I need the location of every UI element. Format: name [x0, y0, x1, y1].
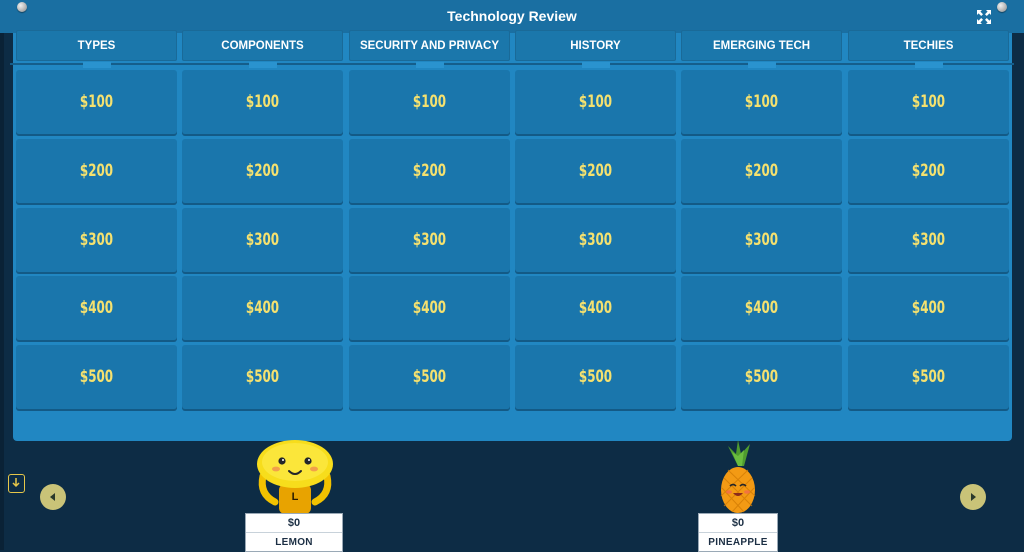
player-name: PINEAPPLE — [708, 537, 768, 548]
category-header: COMPONENTS — [182, 30, 343, 61]
tile-value: $500 — [245, 367, 280, 387]
tile-value: $100 — [245, 92, 280, 112]
question-tile[interactable]: $500 — [848, 345, 1009, 409]
question-tile[interactable]: $200 — [848, 139, 1009, 203]
category-tab — [748, 62, 776, 68]
question-tile[interactable]: $400 — [182, 276, 343, 340]
tile-value: $200 — [911, 161, 946, 181]
player-score: $0 — [699, 514, 777, 533]
tile-value: $100 — [412, 92, 447, 112]
tile-value: $300 — [578, 230, 613, 250]
question-tile[interactable]: $300 — [182, 208, 343, 272]
tile-value: $500 — [911, 367, 946, 387]
chevron-left-icon — [50, 493, 55, 501]
tile-value: $200 — [578, 161, 613, 181]
tile-value: $200 — [79, 161, 114, 181]
tile-value: $300 — [245, 230, 280, 250]
question-tile[interactable]: $100 — [515, 70, 676, 134]
category-divider — [10, 63, 1014, 65]
player-badge: L — [291, 491, 299, 503]
category-header: HISTORY — [515, 30, 676, 61]
previous-button[interactable] — [40, 484, 66, 510]
tile-value: $100 — [79, 92, 114, 112]
chevron-right-icon — [971, 493, 976, 501]
download-icon — [12, 478, 20, 488]
download-button[interactable] — [8, 474, 25, 493]
player-score: $0 — [246, 514, 342, 533]
player-lemon[interactable]: L $0 LEMON — [245, 436, 345, 552]
player-pineapple[interactable]: $0 PINEAPPLE — [698, 436, 778, 552]
game-title: Technology Review — [447, 8, 577, 24]
question-tile[interactable]: $100 — [182, 70, 343, 134]
tile-value: $300 — [412, 230, 447, 250]
fullscreen-icon[interactable] — [976, 9, 992, 25]
question-tile[interactable]: $300 — [16, 208, 177, 272]
question-tile[interactable]: $400 — [681, 276, 842, 340]
next-button[interactable] — [960, 484, 986, 510]
question-tile[interactable]: $400 — [16, 276, 177, 340]
category-header: TECHIES — [848, 30, 1009, 61]
question-tile[interactable]: $500 — [349, 345, 510, 409]
tile-value: $100 — [911, 92, 946, 112]
question-tile[interactable]: $100 — [681, 70, 842, 134]
question-tile[interactable]: $300 — [349, 208, 510, 272]
tile-value: $500 — [578, 367, 613, 387]
tile-value: $200 — [245, 161, 280, 181]
player-score-card: $0 PINEAPPLE — [698, 513, 778, 552]
question-tile[interactable]: $400 — [349, 276, 510, 340]
tile-value: $500 — [412, 367, 447, 387]
category-tab — [582, 62, 610, 68]
question-tile[interactable]: $300 — [515, 208, 676, 272]
category-tab — [83, 62, 111, 68]
question-tile[interactable]: $500 — [681, 345, 842, 409]
category-tab — [249, 62, 277, 68]
question-tile[interactable]: $300 — [681, 208, 842, 272]
question-tile[interactable]: $200 — [681, 139, 842, 203]
tile-value: $300 — [79, 230, 114, 250]
tile-value: $100 — [744, 92, 779, 112]
question-tile[interactable]: $400 — [515, 276, 676, 340]
question-tile[interactable]: $200 — [16, 139, 177, 203]
left-edge — [0, 0, 4, 550]
tile-value: $200 — [744, 161, 779, 181]
player-name: LEMON — [275, 537, 313, 548]
category-header: TYPES — [16, 30, 177, 61]
tile-value: $300 — [911, 230, 946, 250]
lemon-avatar — [257, 440, 333, 514]
question-tile[interactable]: $500 — [182, 345, 343, 409]
question-tile[interactable]: $500 — [515, 345, 676, 409]
tile-value: $300 — [744, 230, 779, 250]
question-tile[interactable]: $100 — [16, 70, 177, 134]
category-tab — [416, 62, 444, 68]
category-header: SECURITY AND PRIVACY — [349, 30, 510, 61]
tile-value: $100 — [578, 92, 613, 112]
tile-value: $500 — [744, 367, 779, 387]
question-tile[interactable]: $400 — [848, 276, 1009, 340]
question-tile[interactable]: $100 — [848, 70, 1009, 134]
question-tile[interactable]: $200 — [182, 139, 343, 203]
question-tile[interactable]: $200 — [349, 139, 510, 203]
tile-value: $500 — [79, 367, 114, 387]
player-score-card: $0 LEMON — [245, 513, 343, 552]
category-tab — [915, 62, 943, 68]
tile-value: $400 — [79, 298, 114, 318]
tile-value: $200 — [412, 161, 447, 181]
tile-value: $400 — [578, 298, 613, 318]
question-tile[interactable]: $200 — [515, 139, 676, 203]
tile-value: $400 — [744, 298, 779, 318]
pineapple-avatar — [720, 440, 756, 513]
question-tile[interactable]: $300 — [848, 208, 1009, 272]
tile-value: $400 — [911, 298, 946, 318]
category-header: EMERGING TECH — [681, 30, 842, 61]
tile-value: $400 — [412, 298, 447, 318]
question-tile[interactable]: $500 — [16, 345, 177, 409]
tile-value: $400 — [245, 298, 280, 318]
question-tile[interactable]: $100 — [349, 70, 510, 134]
